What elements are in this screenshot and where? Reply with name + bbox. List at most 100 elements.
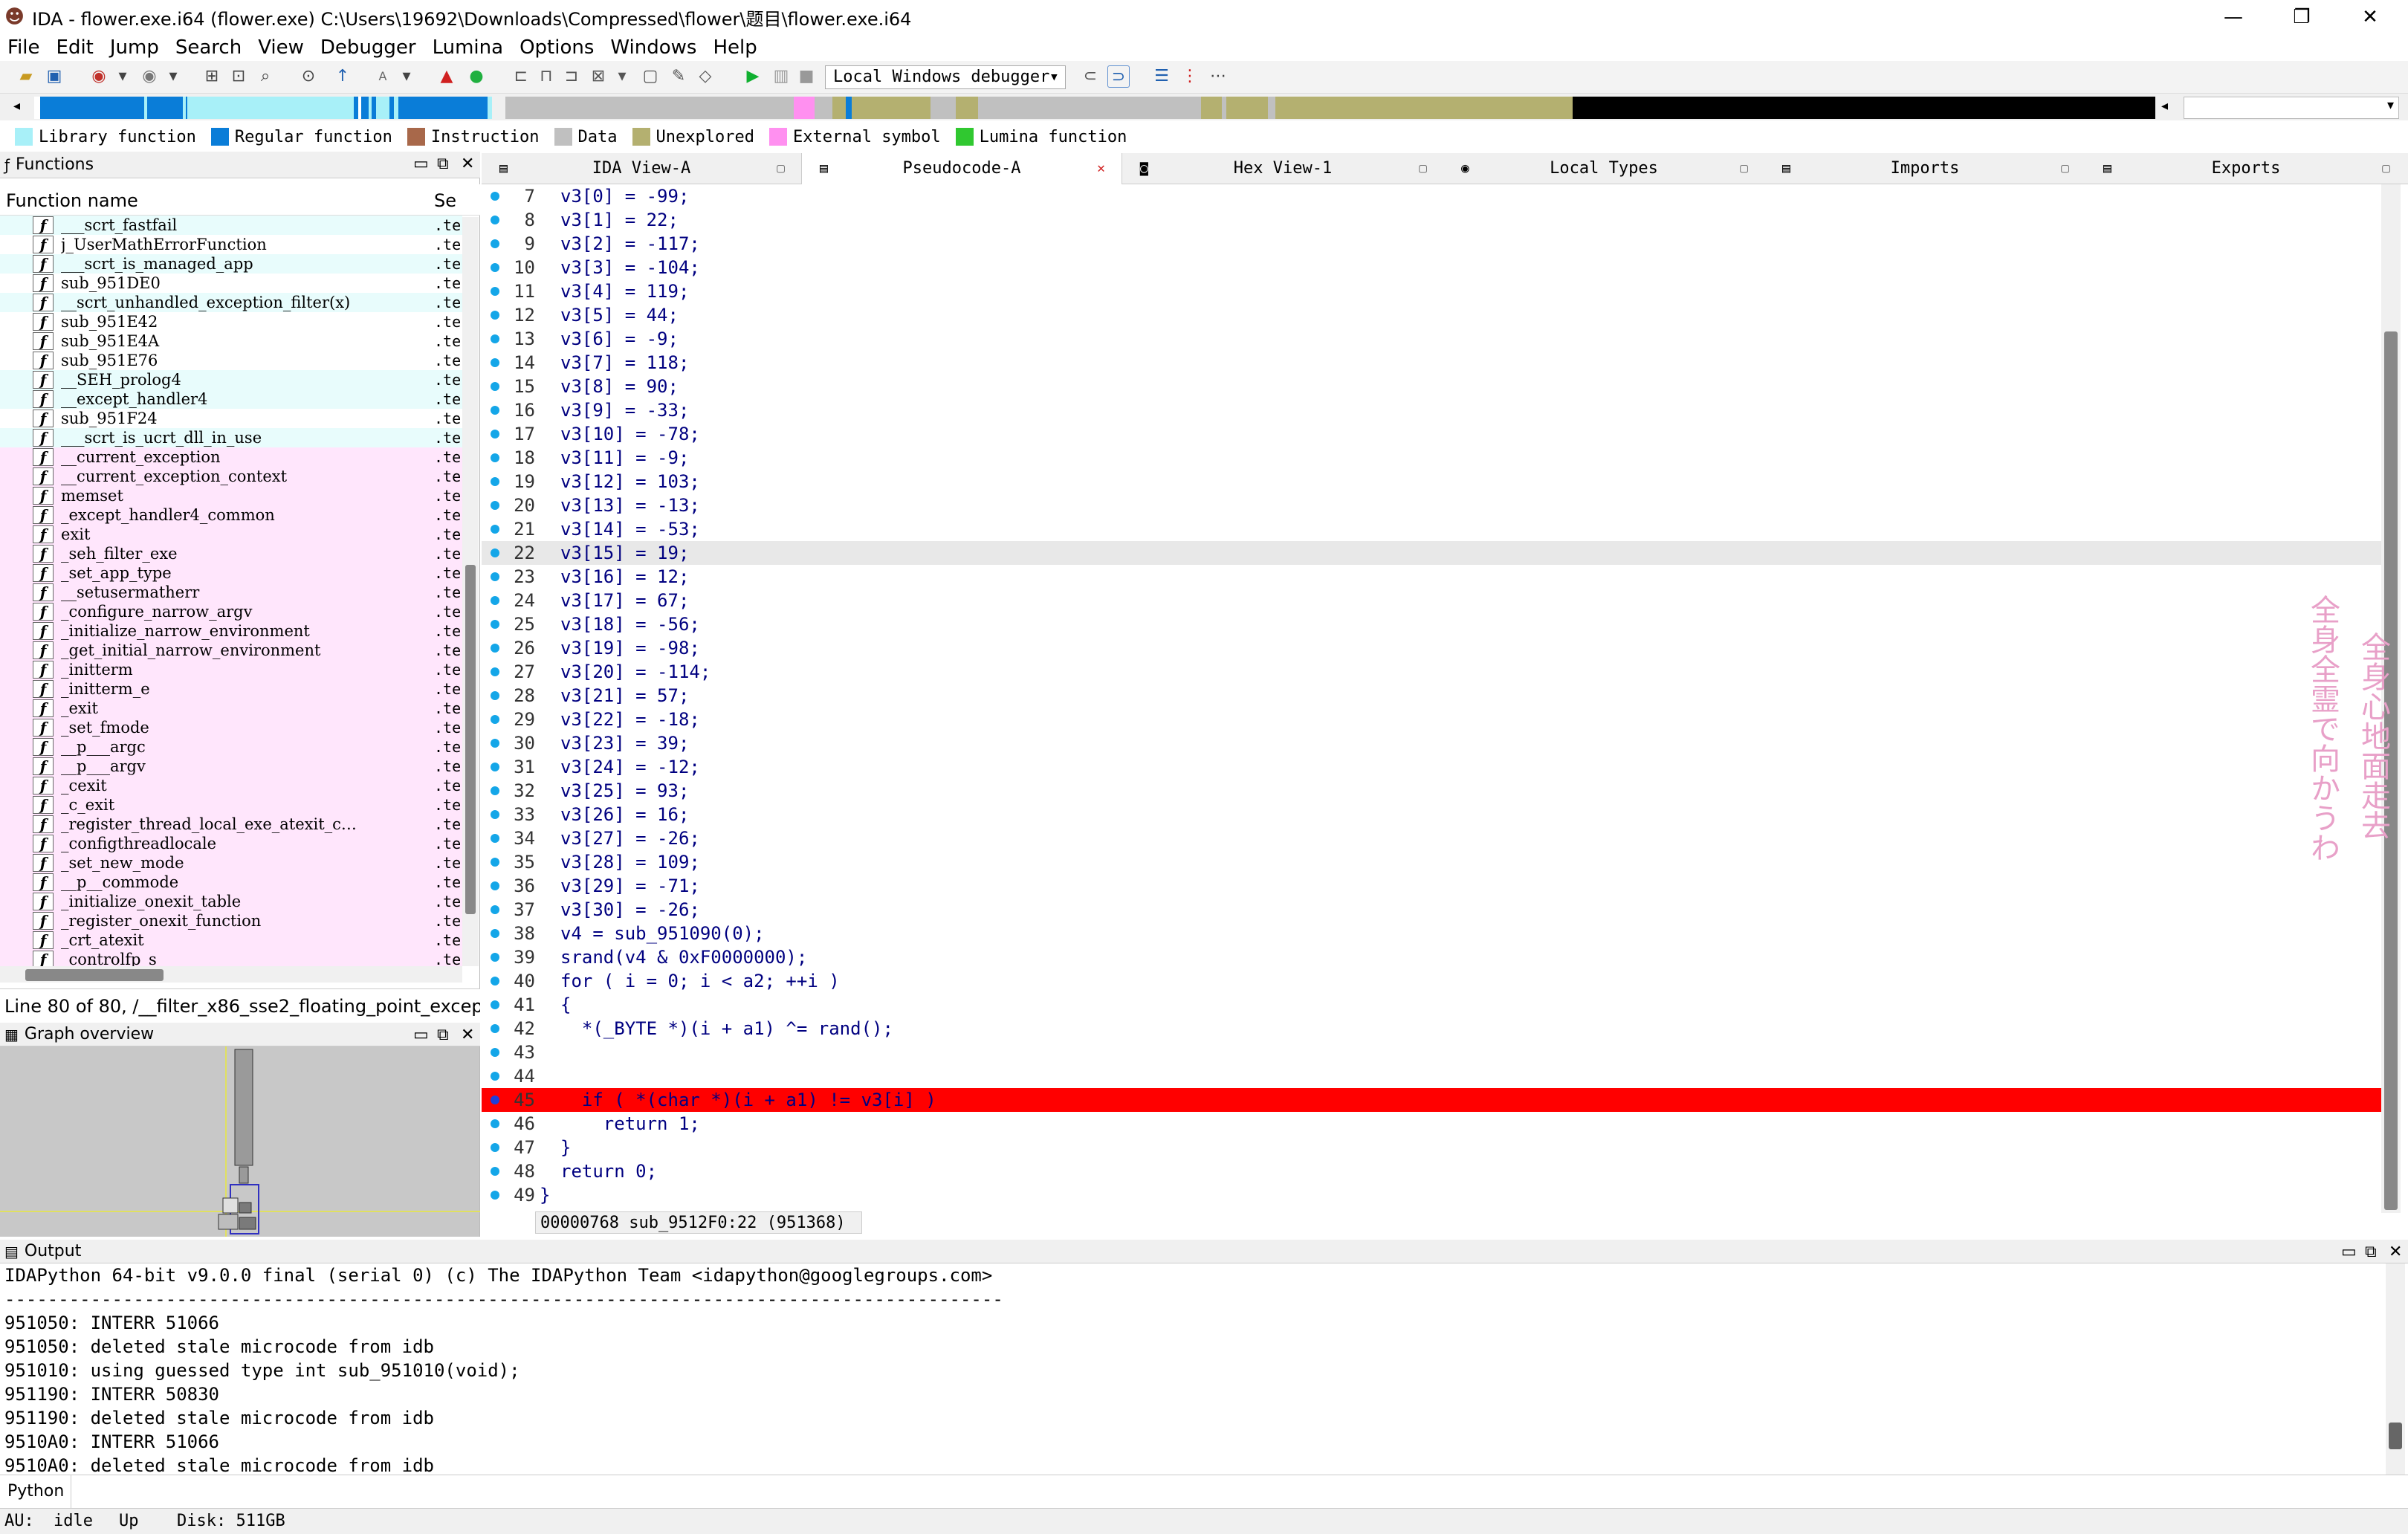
code-line[interactable]: 12 v3[5] = 44; <box>482 303 2381 327</box>
breakpoint-icon[interactable]: ⋮ <box>1179 65 1201 88</box>
function-row[interactable]: f ___scrt_is_managed_app .te <box>0 254 462 274</box>
run-back-icon[interactable]: ◉ <box>88 65 110 88</box>
functions-scrollbar-thumb[interactable] <box>465 565 476 914</box>
line-marker-icon[interactable] <box>491 810 499 819</box>
code-line[interactable]: 13 v3[6] = -9; <box>482 327 2381 351</box>
line-marker-icon[interactable] <box>491 287 499 296</box>
play-icon[interactable]: ▶ <box>742 65 764 88</box>
code-line[interactable]: 23 v3[16] = 12; <box>482 565 2381 589</box>
code-line[interactable]: 49} <box>482 1183 2381 1207</box>
calls-icon[interactable]: ⊡ <box>227 65 250 88</box>
graph-overview[interactable] <box>0 1046 480 1237</box>
menu-file[interactable]: File <box>7 36 40 59</box>
function-row[interactable]: f _set_fmode .te <box>0 718 462 737</box>
function-row[interactable]: f __except_handler4 .te <box>0 389 462 409</box>
code-line[interactable]: 11 v3[4] = 119; <box>482 279 2381 303</box>
search-icon[interactable]: ⌕ <box>254 65 276 88</box>
menu-options[interactable]: Options <box>520 36 594 59</box>
dropdown-arrow-icon[interactable]: ▾ <box>111 65 134 88</box>
menu-search[interactable]: Search <box>175 36 242 59</box>
line-marker-icon[interactable] <box>491 430 499 438</box>
maximize-panel-icon[interactable]: ▭ <box>2341 1243 2357 1261</box>
close-tab-icon[interactable]: ▢ <box>2382 153 2390 184</box>
line-marker-icon[interactable] <box>491 858 499 867</box>
line-marker-icon[interactable] <box>491 525 499 534</box>
function-row[interactable]: f ___scrt_is_ucrt_dll_in_use .te <box>0 428 462 447</box>
minimize-button[interactable]: — <box>2200 0 2267 34</box>
function-row[interactable]: f __p___argv .te <box>0 757 462 776</box>
menu-view[interactable]: View <box>258 36 304 59</box>
struct-icon[interactable]: ⊠ <box>587 65 609 88</box>
lumina-icon[interactable]: ● <box>465 65 488 88</box>
tab-imports[interactable]: ▤ Imports ▢ <box>1764 153 2085 184</box>
function-row[interactable]: f sub_951F24 .te <box>0 409 462 428</box>
code-line[interactable]: 21 v3[14] = -53; <box>482 517 2381 541</box>
code-line[interactable]: 47} <box>482 1136 2381 1159</box>
column-segment[interactable]: Se <box>434 190 456 211</box>
menu-edit[interactable]: Edit <box>56 36 94 59</box>
function-row[interactable]: f _exit .te <box>0 699 462 718</box>
line-marker-icon[interactable] <box>491 620 499 629</box>
python-command-input[interactable] <box>71 1477 2408 1507</box>
line-marker-icon[interactable] <box>491 1024 499 1033</box>
function-row[interactable]: f sub_951DE0 .te <box>0 274 462 293</box>
pseudocode-view[interactable]: 7 v3[0] = -99; 8 v3[1] = 22; 9 v3[2] = -117; 1… <box>482 184 2381 1213</box>
line-marker-icon[interactable] <box>491 548 499 557</box>
line-marker-icon[interactable] <box>491 667 499 676</box>
code-line[interactable]: 10 v3[3] = -104; <box>482 256 2381 279</box>
code-line[interactable]: 48 return 0; <box>482 1159 2381 1183</box>
line-marker-icon[interactable] <box>491 739 499 748</box>
function-row[interactable]: f _register_onexit_function .te <box>0 911 462 931</box>
patch-icon[interactable]: ✎ <box>667 65 690 88</box>
python-language-button[interactable]: Python <box>0 1475 71 1509</box>
list-icon[interactable]: ☰ <box>1150 65 1173 88</box>
function-row[interactable]: f __scrt_unhandled_exception_filter(x) .te <box>0 293 462 312</box>
dropdown-arrow-icon[interactable]: ▾ <box>395 65 418 88</box>
text-search-icon[interactable]: ⊙ <box>297 65 320 88</box>
line-marker-icon[interactable] <box>491 477 499 486</box>
ascii-icon[interactable]: A <box>372 65 394 88</box>
code-line[interactable]: 20 v3[13] = -13; <box>482 493 2381 517</box>
code-line[interactable]: 33 v3[26] = 16; <box>482 803 2381 826</box>
save-icon[interactable]: ▣ <box>43 65 65 88</box>
function-row[interactable]: f _initialize_narrow_environment .te <box>0 621 462 641</box>
line-marker-icon[interactable] <box>491 1191 499 1200</box>
function-row[interactable]: f __p__commode .te <box>0 873 462 892</box>
function-row[interactable]: f _register_thread_local_exe_atexit_c… .te <box>0 815 462 834</box>
line-marker-icon[interactable] <box>491 192 499 201</box>
function-row[interactable]: f __current_exception_context .te <box>0 467 462 486</box>
navigator-combo[interactable]: ▾ <box>2184 97 2399 119</box>
code-line[interactable]: 44 <box>482 1064 2381 1088</box>
patch-icon[interactable]: ▢ <box>639 65 661 88</box>
debug-option-icon[interactable]: ⊃ <box>1107 65 1130 88</box>
line-marker-icon[interactable] <box>491 881 499 890</box>
line-marker-icon[interactable] <box>491 596 499 605</box>
menu-jump[interactable]: Jump <box>110 36 159 59</box>
line-marker-icon[interactable] <box>491 644 499 653</box>
code-line[interactable]: 40 for ( i = 0; i < a2; ++i ) <box>482 969 2381 993</box>
function-row[interactable]: f _initterm_e .te <box>0 679 462 699</box>
function-row[interactable]: f __setusermatherr .te <box>0 583 462 602</box>
line-marker-icon[interactable] <box>491 263 499 272</box>
function-row[interactable]: f _configthreadlocale .te <box>0 834 462 853</box>
patch-icon[interactable]: ◇ <box>694 65 716 88</box>
function-row[interactable]: f _get_initial_narrow_environment .te <box>0 641 462 660</box>
function-row[interactable]: f _set_app_type .te <box>0 563 462 583</box>
line-marker-icon[interactable] <box>491 1048 499 1057</box>
code-line[interactable]: 35 v3[28] = 109; <box>482 850 2381 874</box>
line-marker-icon[interactable] <box>491 929 499 938</box>
function-row[interactable]: f j_UserMathErrorFunction .te <box>0 235 462 254</box>
run-forward-icon[interactable]: ◉ <box>138 65 161 88</box>
tree-icon[interactable]: ⋯ <box>1207 65 1229 88</box>
menu-lumina[interactable]: Lumina <box>433 36 503 59</box>
code-line[interactable]: 14 v3[7] = 118; <box>482 351 2381 375</box>
function-row[interactable]: f __p___argc .te <box>0 737 462 757</box>
navigator-strip[interactable] <box>34 97 2155 119</box>
functions-hscrollbar-thumb[interactable] <box>25 969 164 981</box>
code-line[interactable]: 25 v3[18] = -56; <box>482 612 2381 636</box>
code-line[interactable]: 39 srand(v4 & 0xF0000000); <box>482 945 2381 969</box>
function-row[interactable]: f sub_951E42 .te <box>0 312 462 331</box>
line-marker-icon[interactable] <box>491 572 499 581</box>
code-line[interactable]: 36 v3[29] = -71; <box>482 874 2381 898</box>
code-line[interactable]: 26 v3[19] = -98; <box>482 636 2381 660</box>
